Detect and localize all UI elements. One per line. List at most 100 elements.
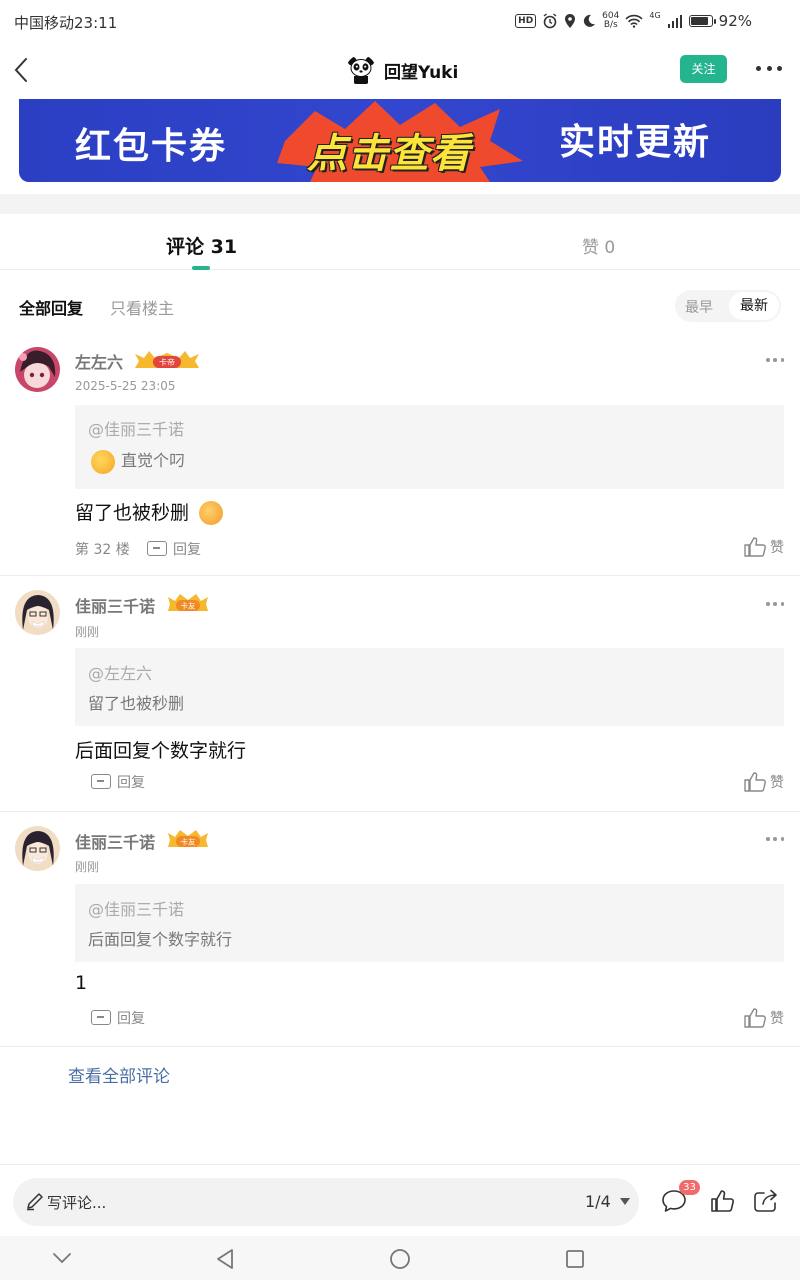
comment-time: 刚刚	[75, 625, 100, 639]
reply-icon[interactable]	[147, 541, 167, 556]
comment-count-badge: 33	[679, 1180, 700, 1195]
top-nav: 回望Yuki 关注	[0, 44, 800, 96]
wifi-icon	[625, 14, 643, 28]
quote-text: 留了也被秒删	[88, 694, 185, 713]
net-speed: 604 B/s	[602, 12, 619, 30]
level-badge-icon: 卡友	[168, 830, 208, 847]
comment-body: 1	[75, 972, 88, 994]
quote-text: 后面回复个数字就行	[88, 930, 233, 949]
pen-icon	[27, 1193, 43, 1211]
user-avatar[interactable]	[15, 590, 60, 635]
quote-text: 直觉个叼	[121, 451, 186, 470]
banner-right-text: 实时更新	[559, 122, 712, 163]
badge-text: 卡友	[181, 601, 196, 611]
back-triangle-icon[interactable]	[215, 1248, 235, 1270]
sort-toggle: 最早 最新	[675, 290, 781, 322]
tab-bar: 评论 31 赞 0	[0, 214, 800, 270]
follow-button[interactable]: 关注	[680, 55, 727, 83]
hd-icon: HD	[515, 14, 537, 28]
badge-text: 卡帝	[159, 357, 175, 367]
sort-newest[interactable]: 最新	[729, 292, 779, 320]
level-badge-icon: 卡友	[168, 594, 208, 611]
thumbs-up-icon[interactable]	[744, 537, 766, 557]
location-icon	[565, 14, 576, 28]
more-options-icon[interactable]	[756, 66, 782, 74]
section-divider-band	[0, 194, 800, 214]
tab-likes[interactable]: 赞 0	[582, 233, 615, 258]
quote-mention[interactable]: @佳丽三千诺	[88, 896, 184, 920]
comment-body: 留了也被秒删	[75, 502, 190, 524]
banner-left-text: 红包卡券	[75, 126, 228, 167]
nav-author[interactable]: 回望Yuki	[346, 54, 458, 86]
like-label[interactable]: 赞	[770, 537, 784, 557]
comment-username[interactable]: 佳丽三千诺	[75, 829, 155, 853]
filter-op-only[interactable]: 只看楼主	[110, 295, 174, 319]
page-indicator[interactable]: 1/4	[585, 1192, 611, 1211]
comment-more-icon[interactable]	[766, 602, 784, 608]
thumbs-up-icon[interactable]	[710, 1189, 734, 1213]
quote-mention[interactable]: @佳丽三千诺	[88, 416, 184, 440]
like-button[interactable]: 赞	[744, 537, 784, 561]
tab-comments[interactable]: 评论 31	[166, 232, 237, 259]
reply-button[interactable]: 回复	[117, 1008, 145, 1028]
signal-icon	[667, 15, 682, 28]
floor-number: 第 32 楼	[75, 542, 130, 558]
comment-username[interactable]: 佳丽三千诺	[75, 593, 155, 617]
caret-down-icon[interactable]	[620, 1198, 630, 1205]
comment-username[interactable]: 左左六	[75, 349, 123, 373]
promo-banner[interactable]: 红包卡券 点击查看 实时更新	[19, 99, 781, 182]
view-all-comments-link[interactable]: 查看全部评论	[68, 1062, 170, 1087]
comment-item: 佳丽三千诺 卡友 刚刚 @左左六 留了也被秒删 后面回复个数字就行 回复 赞	[0, 576, 800, 811]
chevron-down-icon[interactable]	[52, 1252, 72, 1264]
comment-more-icon[interactable]	[766, 358, 784, 364]
comment-time: 刚刚	[75, 860, 100, 874]
recents-square-icon[interactable]	[565, 1249, 585, 1269]
comment-more-icon[interactable]	[766, 837, 784, 843]
write-comment-input[interactable]: 写评论... 1/4	[13, 1178, 639, 1226]
quoted-reply[interactable]: @佳丽三千诺 后面回复个数字就行	[75, 884, 784, 962]
alarm-icon	[543, 13, 557, 29]
battery-icon	[688, 15, 716, 27]
quote-mention[interactable]: @左左六	[88, 660, 152, 684]
like-label[interactable]: 赞	[770, 1008, 784, 1028]
sort-earliest[interactable]: 最早	[685, 297, 713, 317]
user-avatar[interactable]	[15, 347, 60, 392]
reply-button[interactable]: 回复	[173, 539, 201, 559]
like-button[interactable]: 赞	[744, 772, 784, 796]
status-left: 中国移动23:11	[14, 12, 117, 33]
emoji-icon	[199, 501, 223, 525]
network-type: 4G	[649, 10, 661, 20]
home-circle-icon[interactable]	[389, 1248, 411, 1270]
filter-all-replies[interactable]: 全部回复	[19, 295, 83, 319]
bottom-action-bar: 写评论... 1/4 33	[0, 1164, 800, 1236]
clock: 23:11	[74, 14, 118, 32]
reply-icon[interactable]	[91, 1010, 111, 1025]
share-icon[interactable]	[753, 1189, 779, 1213]
badge-text: 卡友	[181, 837, 196, 847]
quoted-reply[interactable]: @佳丽三千诺 直觉个叼	[75, 405, 784, 489]
battery-percent: 92%	[718, 12, 752, 30]
comment-item: 佳丽三千诺 卡友 刚刚 @佳丽三千诺 后面回复个数字就行 1 回复 赞	[0, 812, 800, 1047]
author-name[interactable]: 回望Yuki	[384, 58, 458, 83]
net-speed-unit: B/s	[603, 20, 618, 30]
like-button[interactable]: 赞	[744, 1008, 784, 1032]
reply-button[interactable]: 回复	[117, 772, 145, 792]
panda-avatar-icon[interactable]	[346, 55, 376, 85]
active-tab-indicator	[192, 266, 210, 270]
comment-divider	[0, 1046, 800, 1047]
thumbs-up-icon[interactable]	[744, 772, 766, 792]
back-arrow-icon[interactable]	[12, 56, 32, 84]
like-label[interactable]: 赞	[770, 772, 784, 792]
comment-time: 2025-5-25 23:05	[75, 379, 176, 393]
comment-item: 左左六 卡帝 2025-5-25 23:05 @佳丽三千诺 直觉个叼 留了也被秒…	[0, 335, 800, 575]
status-right: HD 604 B/s 4G 92%	[515, 10, 752, 30]
emoji-icon	[91, 450, 115, 474]
user-avatar[interactable]	[15, 826, 60, 871]
write-comment-placeholder[interactable]: 写评论...	[47, 1192, 106, 1213]
system-nav-bar	[0, 1236, 800, 1280]
quoted-reply[interactable]: @左左六 留了也被秒删	[75, 648, 784, 726]
thumbs-up-icon[interactable]	[744, 1008, 766, 1028]
comment-body: 后面回复个数字就行	[75, 740, 247, 762]
reply-icon[interactable]	[91, 774, 111, 789]
filter-row: 全部回复 只看楼主 最早 最新	[0, 271, 800, 335]
